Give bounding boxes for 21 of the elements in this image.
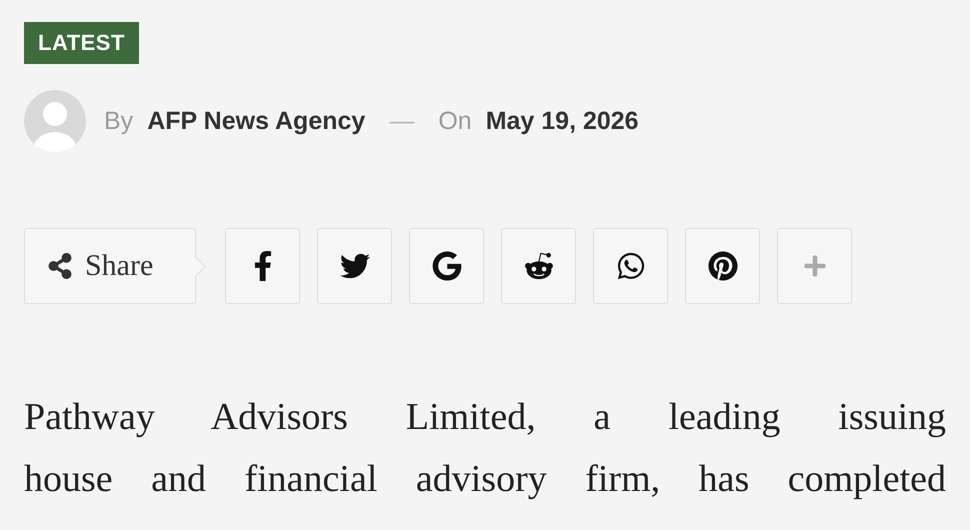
pinterest-share-button[interactable] (685, 228, 760, 304)
whatsapp-share-button[interactable] (593, 228, 668, 304)
on-label: On (438, 106, 472, 136)
facebook-share-button[interactable] (225, 228, 300, 304)
pinterest-icon (708, 251, 738, 281)
publish-date: May 19, 2026 (486, 106, 639, 136)
reddit-icon (524, 251, 554, 281)
twitter-icon (340, 251, 370, 281)
share-icon (47, 253, 73, 279)
google-icon (432, 251, 462, 281)
separator: — (389, 106, 414, 136)
category-badge[interactable]: LATEST (24, 22, 139, 64)
by-label: By (104, 106, 134, 136)
share-label: Share (85, 249, 154, 283)
whatsapp-icon (616, 251, 646, 281)
author-link[interactable]: AFP News Agency (147, 106, 366, 136)
article-paragraph: Pathway Advisors Limited, a leading issuing house and financial advisory firm, has completed (24, 395, 946, 502)
google-share-button[interactable] (409, 228, 484, 304)
reddit-share-button[interactable] (501, 228, 576, 304)
more-icon (802, 254, 826, 278)
twitter-share-button[interactable] (317, 228, 392, 304)
